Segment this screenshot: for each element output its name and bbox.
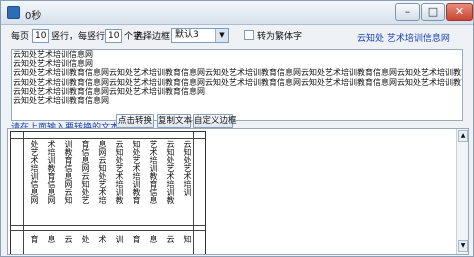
- copy-text-button[interactable]: 复制文本: [157, 114, 192, 128]
- chars-per-column-input[interactable]: 10: [105, 29, 122, 43]
- input-line: 云知处艺术培训信息网: [13, 59, 93, 69]
- frame-rule-middle: [11, 225, 205, 226]
- output-column-row2: 育: [30, 235, 39, 243]
- vertical-text-output[interactable]: 处艺术培训信息网 术培训教育信息网 训教育信息网云知 育信息网云知处艺 息网云知…: [7, 128, 469, 255]
- output-column-row2: 知: [183, 235, 192, 243]
- scroll-up-icon[interactable]: ▲: [458, 130, 468, 142]
- brand-link[interactable]: 云知处 艺术培训信息网: [357, 31, 450, 44]
- output-column-row2: 息: [47, 235, 56, 243]
- app-window: 0秒 – □ ✕ 每页 10 竖行，每竖行 10 个字， 选择边框： 默认3 ▼…: [0, 0, 474, 257]
- traditional-label: 转为繁体字: [257, 32, 303, 42]
- columns-unit-label: 竖行，每竖行: [51, 32, 106, 42]
- columns-per-page-input[interactable]: 10: [32, 29, 49, 43]
- per-page-label: 每页: [11, 32, 30, 42]
- input-line: 云知处艺术培训教育信息网云知处艺术培训教育信息网云知处艺术培训教育信息网云知处艺…: [13, 77, 462, 87]
- output-column: 云知处艺术培训教: [166, 140, 175, 204]
- output-column: 艺术培训教育信息: [149, 140, 158, 204]
- input-line: 云知处艺术培训教育信息网云知处艺术培训教育信息网云知处艺术培训教育信息网云知处艺…: [13, 68, 462, 78]
- frame-rule-top: [11, 138, 205, 139]
- border-style-value: 默认3: [175, 30, 199, 40]
- border-style-select[interactable]: 默认3 ▼: [171, 28, 229, 43]
- output-column-row2: 育: [132, 235, 141, 243]
- input-line: 云知处艺术培训教育信息网: [13, 95, 109, 105]
- title-bar: 0秒 – □ ✕: [1, 1, 473, 25]
- output-column: 处艺术培训信息网: [30, 140, 39, 204]
- vertical-scrollbar[interactable]: ▲ ▼: [456, 129, 468, 254]
- output-column: 息网云知处艺术培: [98, 140, 107, 204]
- vertical-text-frame: 处艺术培训信息网 术培训教育信息网 训教育信息网云知 育信息网云知处艺 息网云知…: [10, 131, 206, 254]
- frame-rule-left: [23, 132, 24, 254]
- output-column: 云知处艺术培训: [183, 140, 192, 196]
- frame-rule-middle-2: [11, 230, 205, 231]
- output-column: 训教育信息网云知: [64, 140, 73, 204]
- input-line: 云知处艺术培训教育信息网云知处艺术培训教育信息网: [13, 86, 205, 96]
- custom-border-button[interactable]: 自定义边框: [193, 114, 237, 128]
- convert-button[interactable]: 点击转换: [116, 114, 154, 128]
- frame-rule-right: [193, 132, 194, 254]
- output-column-row2: 息: [149, 235, 158, 243]
- app-icon: [7, 6, 20, 19]
- output-column-row2: 云: [64, 235, 73, 243]
- output-column: 云知处艺术培训教: [115, 140, 124, 204]
- output-column-row2: 训: [115, 235, 124, 243]
- output-column-row2: 云: [166, 235, 175, 243]
- output-column-row2: 术: [98, 235, 107, 243]
- input-line: 云知处艺术培训信息网: [13, 50, 93, 59]
- source-text-input[interactable]: 云知处艺术培训信息网 云知处艺术培训信息网 云知处艺术培训教育信息网云知处艺术培…: [11, 49, 463, 121]
- minimize-icon[interactable]: –: [395, 3, 420, 21]
- scroll-down-icon[interactable]: ▼: [458, 240, 468, 252]
- output-column: 育信息网云知处艺: [81, 140, 90, 204]
- window-title: 0秒: [25, 11, 42, 22]
- output-column-row2: 处: [81, 235, 90, 243]
- chevron-down-icon[interactable]: ▼: [215, 29, 228, 42]
- close-icon[interactable]: ✕: [446, 3, 473, 21]
- maximize-icon[interactable]: □: [421, 3, 445, 21]
- traditional-checkbox[interactable]: [244, 30, 254, 40]
- output-column: 知处艺术培训教育: [132, 140, 141, 204]
- output-column: 术培训教育信息网: [47, 140, 56, 204]
